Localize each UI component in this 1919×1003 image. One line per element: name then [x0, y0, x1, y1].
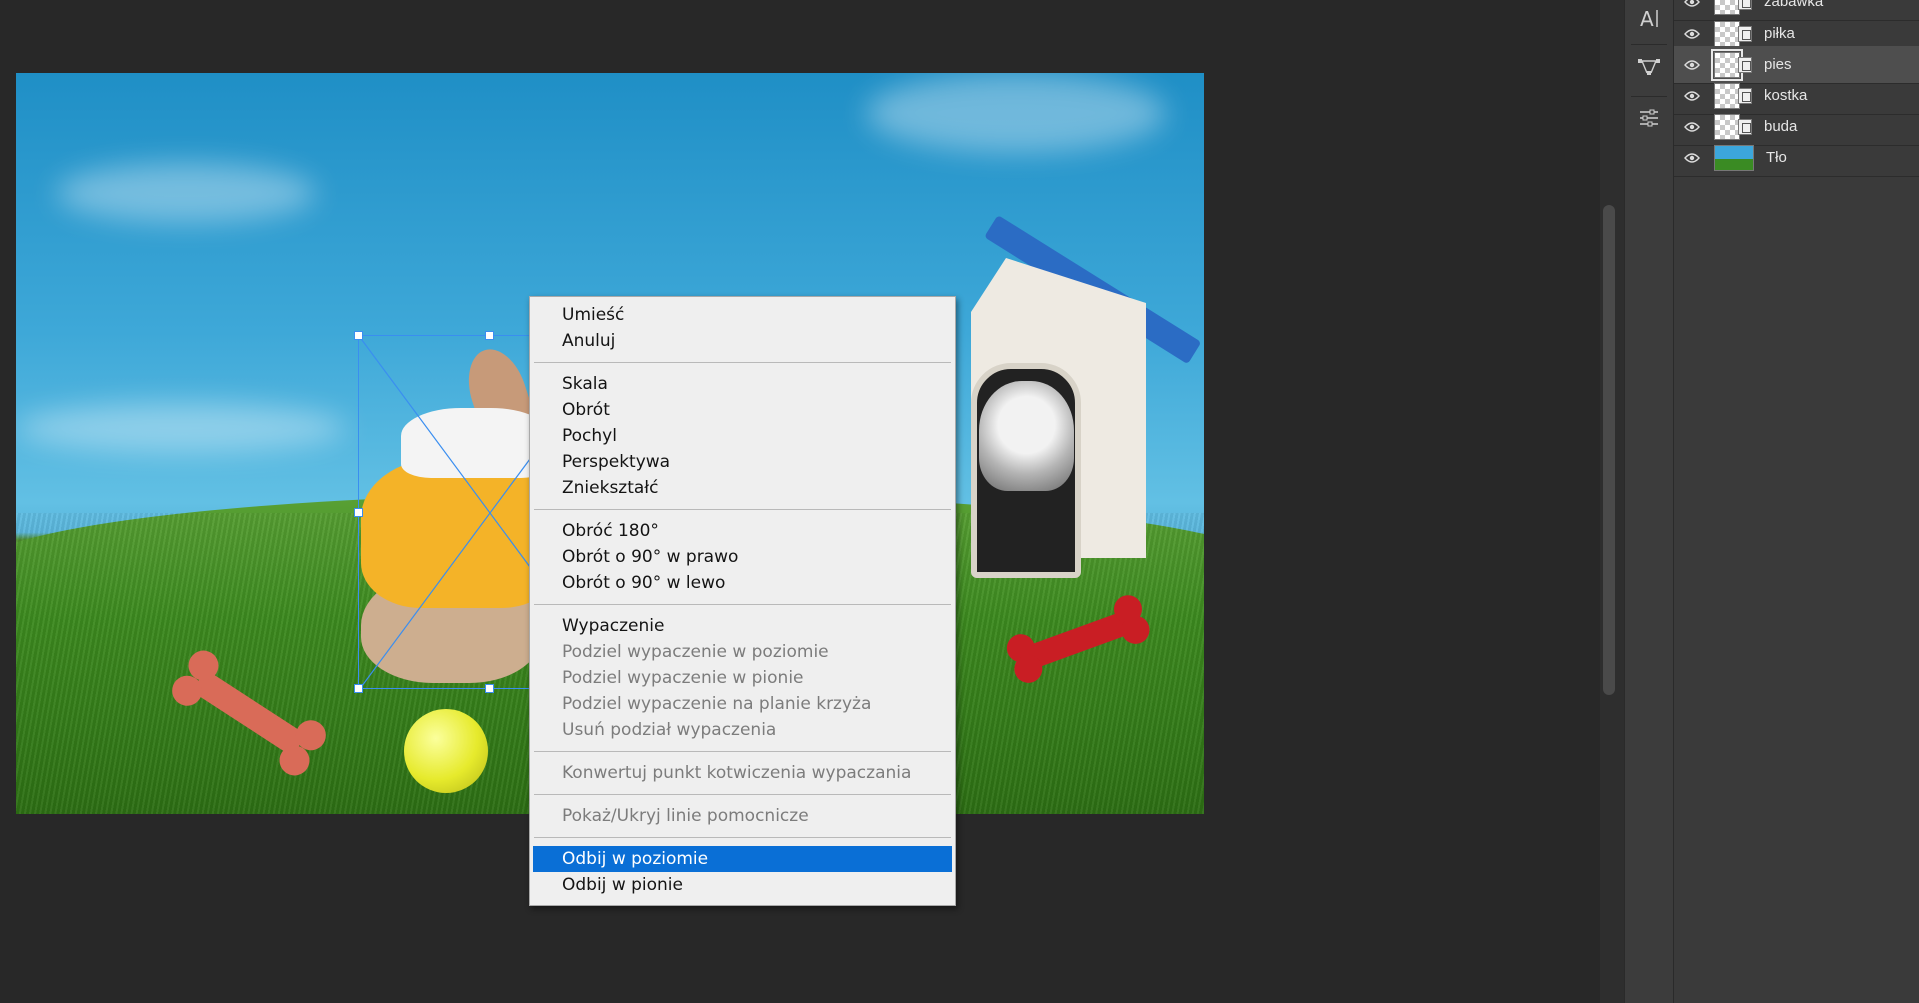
- layer-thumbnail-image: [1714, 20, 1740, 47]
- visibility-eye-icon[interactable]: [1674, 59, 1710, 71]
- layer-name: buda: [1764, 118, 1798, 135]
- layer-name: piłka: [1764, 25, 1795, 42]
- smart-object-icon: [1738, 0, 1752, 10]
- character-icon[interactable]: A: [1629, 0, 1669, 36]
- layer-thumbnail: [1714, 113, 1752, 140]
- menu-item-podziel-wypaczenie-w-poziomie: Podziel wypaczenie w poziomie: [562, 642, 829, 662]
- menu-separator: [534, 837, 951, 838]
- cloud: [866, 73, 1166, 153]
- smart-object-icon: [1738, 118, 1752, 135]
- smart-object-icon: [1738, 87, 1752, 104]
- menu-item-obróć-180[interactable]: Obróć 180°: [530, 518, 955, 544]
- layers-panel: zabawka piłka pies kostka buda Tło: [1674, 0, 1919, 1003]
- layer-thumbnail: [1714, 144, 1754, 171]
- menu-item-podziel-wypaczenie-w-pionie: Podziel wypaczenie w pionie: [562, 668, 804, 688]
- menu-item-usuń-podział-wypaczenia: Usuń podział wypaczenia: [562, 720, 777, 740]
- menu-item-podziel-wypaczenie-na-planie-krzyża: Podziel wypaczenie na planie krzyża: [562, 694, 872, 714]
- transform-handle-top[interactable]: [485, 331, 494, 340]
- tool-separator: [1631, 96, 1667, 97]
- layer-thumbnail-image: [1714, 82, 1740, 109]
- adjustments-icon[interactable]: [1629, 100, 1669, 136]
- menu-item-pokaż-ukryj-linie-pomocnicze: Pokaż/Ukryj linie pomocnicze: [562, 806, 809, 826]
- menu-separator: [534, 604, 951, 605]
- tool-separator: [1631, 44, 1667, 45]
- layer-thumbnail: [1714, 20, 1752, 47]
- layer-name: pies: [1764, 56, 1792, 73]
- layer-name: zabawka: [1764, 0, 1824, 10]
- menu-separator: [534, 362, 951, 363]
- menu-item-zniekształć[interactable]: Zniekształć: [530, 475, 955, 501]
- visibility-eye-icon[interactable]: [1674, 0, 1710, 8]
- menu-item-odbij-w-poziomie[interactable]: Odbij w poziomie: [533, 846, 952, 872]
- transform-handle-bottom-left[interactable]: [354, 684, 363, 693]
- layer-thumbnail-image: [1711, 48, 1743, 81]
- layer-thumbnail-image: [1714, 0, 1740, 15]
- menu-item-obrót[interactable]: Obrót: [530, 397, 955, 423]
- cloud: [16, 403, 346, 453]
- smart-object-icon: [1738, 56, 1752, 73]
- menu-item-obrót-o-90-w-lewo[interactable]: Obrót o 90° w lewo: [530, 570, 955, 596]
- layer-thumbnail: [1711, 48, 1752, 81]
- visibility-eye-icon[interactable]: [1674, 28, 1710, 40]
- menu-item-wypaczenie[interactable]: Wypaczenie: [530, 613, 955, 639]
- layer-name: Tło: [1766, 149, 1787, 166]
- visibility-eye-icon[interactable]: [1674, 121, 1710, 133]
- puppy-in-doghouse: [979, 381, 1074, 491]
- menu-item-obrót-o-90-w-prawo[interactable]: Obrót o 90° w prawo: [530, 544, 955, 570]
- paths-icon[interactable]: [1629, 48, 1669, 84]
- visibility-eye-icon[interactable]: [1674, 90, 1710, 102]
- menu-item-umieść[interactable]: Umieść: [530, 302, 955, 328]
- menu-item-konwertuj-punkt-kotwiczenia-wypaczania: Konwertuj punkt kotwiczenia wypaczania: [562, 763, 912, 783]
- layer-thumbnail-image: [1714, 144, 1754, 171]
- menu-item-pochyl[interactable]: Pochyl: [530, 423, 955, 449]
- menu-item-skala[interactable]: Skala: [530, 371, 955, 397]
- layer-thumbnail: [1714, 82, 1752, 109]
- visibility-eye-icon[interactable]: [1674, 152, 1710, 164]
- transform-context-menu: Umieść Anuluj Skala Obrót Pochyl Perspektywa Z…: [529, 296, 956, 906]
- transform-handle-bottom[interactable]: [485, 684, 494, 693]
- layer-thumbnail-image: [1714, 113, 1740, 140]
- menu-separator: [534, 751, 951, 752]
- menu-item-anuluj[interactable]: Anuluj: [530, 328, 955, 354]
- transform-handle-top-left[interactable]: [354, 331, 363, 340]
- menu-item-odbij-w-pionie[interactable]: Odbij w pionie: [530, 872, 955, 898]
- smart-object-icon: [1738, 25, 1752, 42]
- menu-separator: [534, 794, 951, 795]
- layer-row[interactable]: Tło: [1674, 139, 1919, 177]
- panel-icon-strip: A: [1624, 0, 1674, 1003]
- scrollbar-thumb[interactable]: [1603, 205, 1615, 695]
- tennis-ball-layer[interactable]: [404, 709, 488, 793]
- canvas-vertical-scrollbar[interactable]: [1600, 0, 1624, 1003]
- svg-text:A: A: [1640, 7, 1654, 31]
- layer-thumbnail: [1714, 0, 1752, 15]
- layer-name: kostka: [1764, 87, 1808, 104]
- cloud: [56, 163, 316, 223]
- transform-handle-left[interactable]: [354, 508, 363, 517]
- menu-separator: [534, 509, 951, 510]
- menu-item-perspektywa[interactable]: Perspektywa: [530, 449, 955, 475]
- document-workspace[interactable]: Umieść Anuluj Skala Obrót Pochyl Perspektywa Z…: [0, 0, 1600, 1003]
